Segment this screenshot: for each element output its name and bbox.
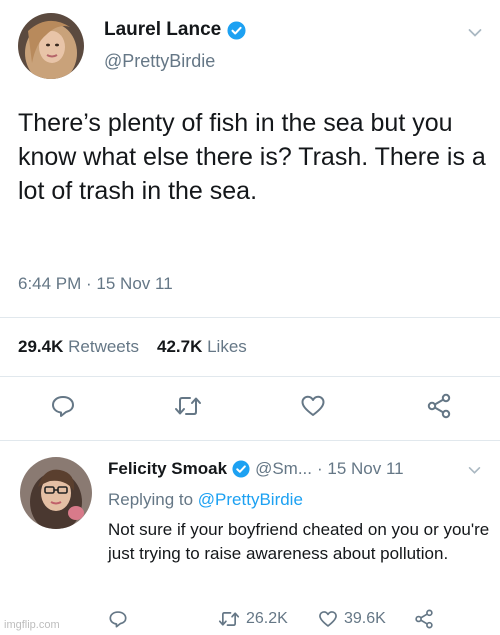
verified-badge-icon	[227, 20, 246, 40]
display-name[interactable]: Laurel Lance	[104, 19, 221, 41]
like-button[interactable]	[298, 391, 328, 421]
share-button[interactable]	[414, 609, 434, 629]
tweet-actions	[0, 391, 500, 427]
share-icon	[415, 609, 433, 629]
avatar[interactable]	[18, 13, 84, 79]
reply-actions: 26.2K 39.6K	[108, 609, 488, 631]
reply-button[interactable]	[108, 609, 128, 629]
retweets-stat[interactable]: 29.4K Retweets	[18, 337, 139, 357]
author-handle[interactable]: @PrettyBirdie	[104, 51, 215, 72]
chevron-down-icon[interactable]	[468, 28, 482, 38]
divider	[0, 317, 500, 318]
divider	[0, 376, 500, 377]
retweet-icon	[175, 397, 201, 415]
retweets-count: 29.4K	[18, 337, 64, 356]
chevron-down-icon[interactable]	[468, 466, 481, 475]
reply-tweet: Felicity Smoak @Sm... · 15 Nov 11 Replyi…	[0, 441, 500, 635]
reply-button[interactable]	[48, 391, 78, 421]
retweet-button[interactable]	[173, 391, 203, 421]
watermark: imgflip.com	[4, 619, 60, 631]
verified-badge-icon	[232, 460, 250, 478]
avatar[interactable]	[20, 457, 92, 529]
share-icon	[427, 393, 451, 419]
share-button[interactable]	[424, 391, 454, 421]
retweet-icon	[218, 612, 240, 626]
reply-header: Felicity Smoak @Sm... · 15 Nov 11	[108, 459, 404, 479]
like-button[interactable]: 39.6K	[318, 609, 386, 629]
tweet-date[interactable]: · 15 Nov 11	[317, 459, 404, 479]
likes-count: 42.7K	[156, 337, 203, 356]
mention-link[interactable]: @PrettyBirdie	[198, 490, 303, 509]
tweet-timestamp[interactable]: 6:44 PM · 15 Nov 11	[18, 274, 173, 294]
main-tweet: Laurel Lance @PrettyBirdie There’s plent…	[0, 0, 500, 441]
reply-icon	[109, 611, 127, 628]
author-handle[interactable]: @Sm...	[255, 459, 312, 479]
tweet-text: There’s plenty of fish in the sea but yo…	[18, 109, 486, 205]
author-row: Laurel Lance	[104, 19, 246, 41]
heart-icon	[319, 611, 337, 627]
retweet-button[interactable]: 26.2K	[218, 609, 288, 629]
display-name[interactable]: Felicity Smoak	[108, 459, 227, 479]
retweets-label: Retweets	[68, 337, 139, 356]
tweet-text: Not sure if your boyfriend cheated on yo…	[108, 520, 490, 563]
retweet-count: 26.2K	[246, 610, 288, 627]
likes-stat[interactable]: 42.7K Likes	[157, 337, 247, 357]
like-count: 39.6K	[344, 610, 386, 627]
engagement-stats: 29.4K Retweets 42.7K Likes	[18, 337, 247, 357]
replying-prefix: Replying to	[108, 490, 194, 509]
likes-label: Likes	[207, 337, 247, 356]
reply-icon	[52, 396, 74, 417]
replying-to: Replying to @PrettyBirdie	[108, 490, 303, 510]
heart-icon	[301, 395, 325, 416]
